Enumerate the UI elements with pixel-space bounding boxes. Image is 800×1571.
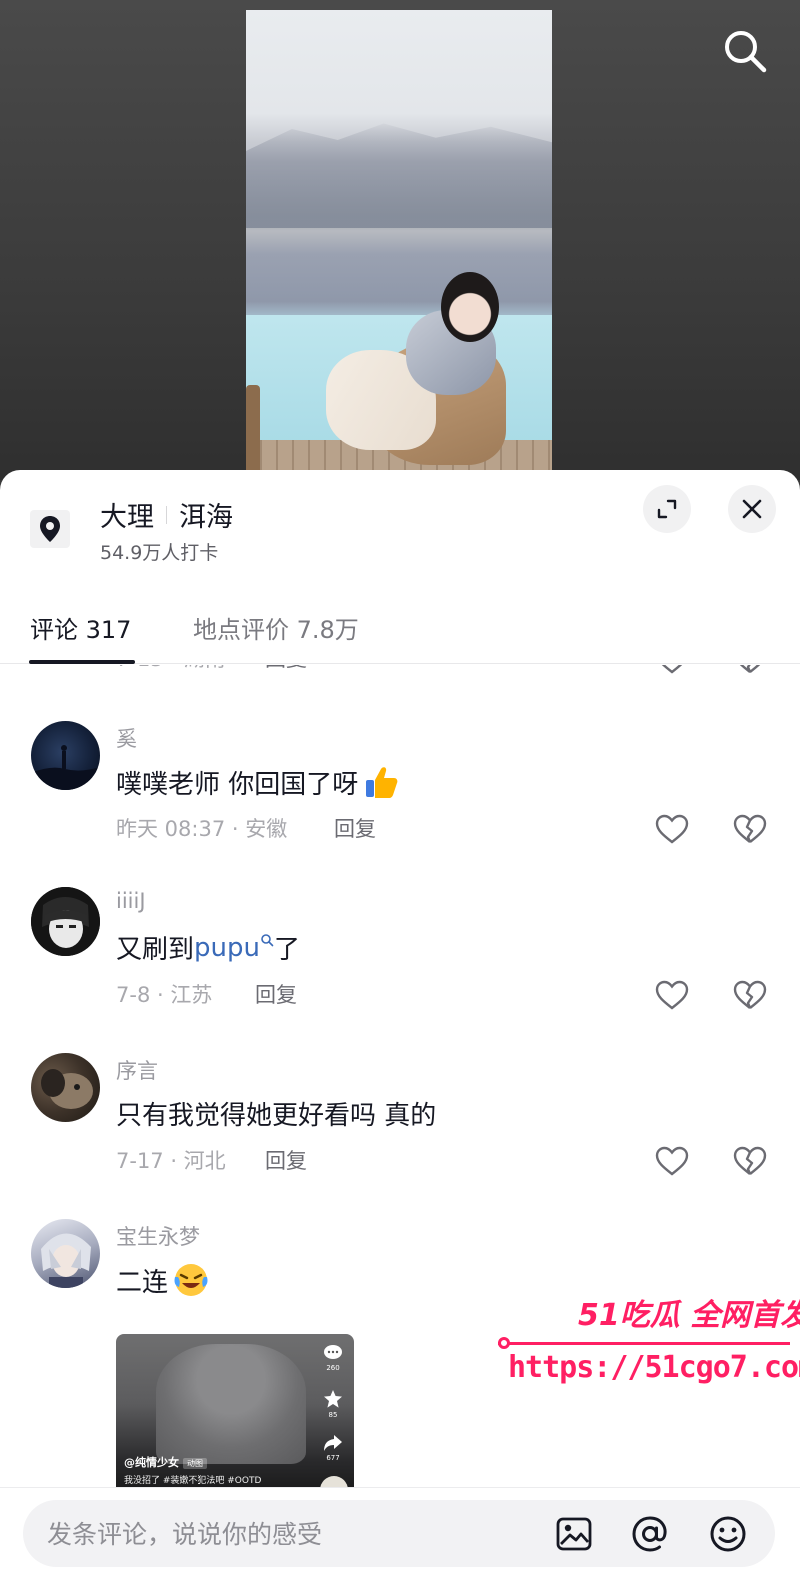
comment-meta: 7-8 · 江苏 — [116, 983, 213, 1007]
reply-button[interactable]: 回复 — [265, 665, 307, 673]
partial-comment-row: 7-15 · 湖南 回复 — [0, 665, 800, 675]
title-divider — [166, 505, 167, 524]
checkin-count: 54.9万人打卡 — [100, 542, 219, 564]
tab-comments[interactable]: 评论 317 — [30, 610, 131, 645]
location-place: 洱海 — [179, 502, 233, 533]
comment-body-end: 了 — [273, 935, 300, 965]
card-caption: 我没招了 #装嫩不犯法吧 #OOTD — [124, 1476, 262, 1486]
image-icon[interactable] — [554, 1514, 594, 1554]
laughing-crying-emoji-icon — [174, 1264, 208, 1296]
expand-icon — [657, 499, 677, 519]
card-favorite-stat: 85 — [320, 1389, 346, 1419]
comment-username[interactable]: iiiiJ — [116, 889, 146, 913]
heart-icon[interactable] — [655, 979, 689, 1011]
reply-button[interactable]: 回复 — [255, 979, 297, 1009]
avatar[interactable] — [31, 721, 100, 790]
avatar-anime-face-image — [31, 887, 100, 956]
tab-reviews[interactable]: 地点评价 7.8万 — [193, 610, 359, 645]
star-icon — [324, 1390, 342, 1408]
card-share-count: 677 — [326, 1454, 340, 1462]
comment-item: 序言 只有我觉得她更好看吗 真的 7-17 · 河北 回复 — [0, 1053, 800, 1219]
broken-heart-icon[interactable] — [733, 665, 767, 675]
watermark-line — [498, 1342, 790, 1345]
comment-username[interactable]: 宝生永梦 — [116, 1221, 200, 1251]
reply-button[interactable]: 回复 — [265, 1145, 307, 1175]
location-pin-icon — [40, 516, 60, 542]
thumbs-up-emoji-icon — [366, 767, 398, 798]
comment-meta: 7-15 · 湖南 — [116, 665, 226, 673]
share-arrow-icon — [324, 1435, 342, 1451]
comment-body: 二连 — [116, 1267, 169, 1298]
comment-text: 二连 — [116, 1261, 210, 1299]
comment-input-bar — [0, 1487, 800, 1571]
watermark-url: https://51cgo7.com — [508, 1350, 800, 1385]
comment-item: iiiiJ 又刷到 pupu 了 7-8 · 江苏 回复 — [0, 887, 800, 1053]
avatar-figure-image — [31, 745, 100, 790]
heart-icon[interactable] — [655, 1145, 689, 1177]
watermark: 51吃瓜 全网首发 https://51cgo7.com — [498, 1290, 800, 1400]
search-link[interactable]: pupu — [194, 933, 260, 963]
close-icon — [742, 499, 762, 519]
close-button[interactable] — [728, 485, 776, 533]
shared-video-card[interactable]: 260 85 677 @纯情少女动图 我没招了 #装嫩不犯法吧 #OOTD 展开 — [116, 1334, 354, 1490]
comment-text: 只有我觉得她更好看吗 真的 — [116, 1095, 436, 1132]
location-city: 大理 — [100, 502, 154, 533]
tab-bar: 评论 317 地点评价 7.8万 — [0, 590, 800, 664]
heart-icon[interactable] — [655, 813, 689, 845]
watermark-brand: 51吃瓜 全网首发 — [578, 1298, 800, 1333]
card-comment-count: 260 — [326, 1364, 340, 1372]
broken-heart-icon[interactable] — [733, 979, 767, 1011]
comment-username[interactable]: 奚 — [116, 723, 137, 753]
video-card-thumbnail — [156, 1344, 306, 1464]
comment-username[interactable]: 序言 — [116, 1055, 158, 1085]
reply-button[interactable]: 回复 — [334, 813, 376, 843]
avatar[interactable] — [31, 1053, 100, 1122]
card-author-handle: @纯情少女 — [124, 1456, 179, 1469]
avatar[interactable] — [31, 887, 100, 956]
watermark-dot — [498, 1337, 510, 1349]
avatar-anime-silver-hair-image — [41, 1233, 91, 1288]
card-author: @纯情少女 动图 — [124, 1454, 207, 1470]
stump-shape — [246, 385, 260, 480]
card-share-stat: 677 — [320, 1434, 346, 1462]
head-shape — [441, 272, 499, 342]
broken-heart-icon[interactable] — [733, 1145, 767, 1177]
mountain-shape — [246, 123, 552, 228]
comment-body: 噗噗老师 你回国了呀 — [116, 769, 359, 800]
avatar[interactable] — [31, 1219, 100, 1288]
card-comment-stat: 260 — [320, 1344, 346, 1372]
comment-text: 噗噗老师 你回国了呀 — [116, 763, 400, 801]
comment-input[interactable] — [47, 1512, 547, 1556]
avatar-cat-image — [41, 1069, 93, 1109]
location-title[interactable]: 大理 洱海 — [100, 495, 233, 534]
emoji-icon[interactable] — [708, 1514, 748, 1554]
comment-body: 又刷到 — [116, 935, 195, 965]
comment-input-container[interactable] — [23, 1500, 775, 1567]
video-background — [0, 0, 800, 480]
location-badge[interactable] — [30, 510, 70, 548]
comment-item: 奚 噗噗老师 你回国了呀 昨天 08:37 · 安徽 回复 — [0, 721, 800, 887]
search-icon — [261, 933, 274, 946]
comment-meta: 昨天 08:37 · 安徽 — [116, 817, 288, 841]
comment-meta: 7-17 · 河北 — [116, 1149, 226, 1173]
search-icon[interactable] — [720, 26, 770, 76]
video-thumbnail[interactable] — [246, 10, 552, 480]
card-favorite-count: 85 — [328, 1411, 338, 1419]
card-tag: 动图 — [183, 1457, 207, 1469]
location-header: 大理 洱海 54.9万人打卡 — [0, 470, 800, 590]
comment-body: 只有我觉得她更好看吗 真的 — [116, 1101, 437, 1131]
expand-button[interactable] — [643, 485, 691, 533]
active-tab-indicator — [29, 660, 135, 664]
heart-icon[interactable] — [655, 665, 689, 675]
at-icon[interactable] — [630, 1514, 670, 1554]
comment-text: 又刷到 pupu 了 — [116, 929, 300, 966]
broken-heart-icon[interactable] — [733, 813, 767, 845]
comment-bubble-icon — [324, 1345, 342, 1359]
comments-sheet: 大理 洱海 54.9万人打卡 评论 317 地点评价 7.8万 7-15 · 湖… — [0, 470, 800, 1571]
